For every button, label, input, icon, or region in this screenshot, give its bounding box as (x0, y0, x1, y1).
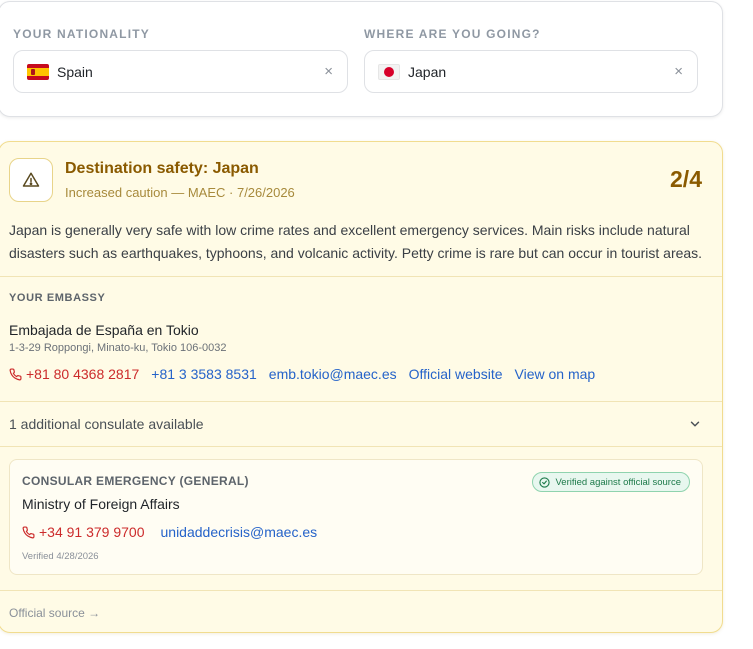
embassy-email-link[interactable]: emb.tokio@maec.es (269, 366, 397, 382)
embassy-emergency-phone: +81 80 4368 2817 (26, 366, 140, 382)
safety-title: Destination safety: Japan (65, 160, 259, 177)
clear-nationality-icon[interactable]: × (324, 64, 333, 79)
phone-icon (9, 367, 22, 380)
emergency-verified-date: Verified 4/28/2026 (22, 551, 99, 562)
consular-emergency-card: CONSULAR EMERGENCY (GENERAL) Verified ag… (9, 459, 703, 575)
chevron-down-icon (690, 421, 700, 427)
destination-safety-card: Destination safety: Japan Increased caut… (0, 141, 723, 633)
emergency-contacts: +34 91 379 9700 unidaddecrisis@maec.es (22, 524, 333, 540)
japan-flag-icon (378, 63, 400, 80)
emergency-label: CONSULAR EMERGENCY (GENERAL) (22, 474, 249, 488)
check-circle-icon (539, 476, 551, 488)
embassy-name: Embajada de España en Tokio (9, 322, 199, 338)
emergency-phone-link[interactable]: +34 91 379 9700 (22, 524, 145, 540)
embassy-website-link[interactable]: Official website (409, 366, 503, 382)
verified-badge-text: Verified against official source (555, 476, 681, 488)
embassy-map-link[interactable]: View on map (515, 366, 596, 382)
phone-icon (22, 525, 35, 538)
nationality-label: YOUR NATIONALITY (13, 27, 150, 41)
safety-summary: Japan is generally very safe with low cr… (9, 222, 703, 261)
emergency-phone: +34 91 379 9700 (39, 524, 145, 540)
warning-icon (9, 158, 53, 202)
destination-selector: WHERE ARE YOU GOING? Japan × (364, 26, 698, 93)
destination-select[interactable]: Japan × (364, 50, 698, 93)
divider (0, 276, 722, 277)
verified-badge: Verified against official source (532, 472, 690, 492)
embassy-section-label: YOUR EMBASSY (9, 292, 106, 304)
official-source-link[interactable]: Official source → (9, 606, 100, 620)
emergency-email-link[interactable]: unidaddecrisis@maec.es (161, 524, 318, 540)
embassy-emergency-phone-link[interactable]: +81 80 4368 2817 (9, 366, 139, 382)
destination-value: Japan (408, 63, 447, 80)
divider (0, 590, 722, 591)
nationality-selector: YOUR NATIONALITY Spain × (13, 26, 348, 93)
embassy-phone-link[interactable]: +81 3 3583 8531 (151, 366, 257, 382)
clear-destination-icon[interactable]: × (674, 64, 683, 79)
nationality-select[interactable]: Spain × (13, 50, 348, 93)
destination-label: WHERE ARE YOU GOING? (364, 27, 541, 41)
divider (0, 446, 722, 447)
nationality-value: Spain (57, 63, 93, 80)
embassy-address: 1-3-29 Roppongi, Minato-ku, Tokio 106-00… (9, 342, 227, 354)
embassy-contacts: +81 80 4368 2817 +81 3 3583 8531 emb.tok… (9, 366, 607, 382)
additional-consulate-toggle[interactable]: 1 additional consulate available (0, 402, 722, 446)
safety-subtitle: Increased caution — MAEC · 7/26/2026 (65, 185, 295, 200)
spain-flag-icon (27, 63, 49, 80)
trip-selector-card: YOUR NATIONALITY Spain × WHERE ARE YOU G… (0, 1, 723, 117)
additional-consulate-text: 1 additional consulate available (9, 416, 204, 432)
emergency-name: Ministry of Foreign Affairs (22, 496, 180, 512)
safety-level: 2/4 (670, 166, 702, 192)
